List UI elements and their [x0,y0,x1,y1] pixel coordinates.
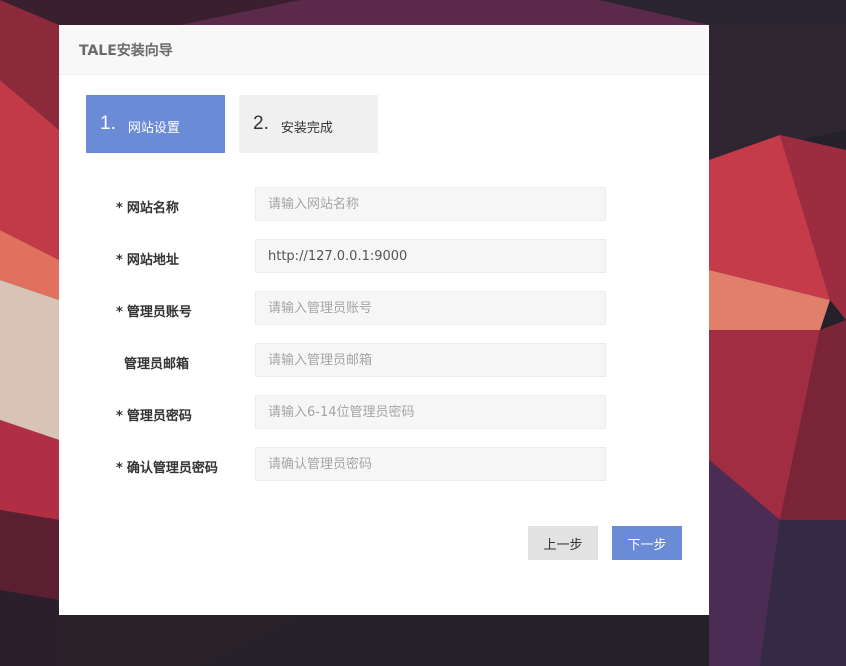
admin-email-input[interactable] [255,343,606,377]
wizard-actions: 上一步 下一步 [528,526,682,560]
install-wizard-panel: TALE安装向导 1. 网站设置 2. 安装完成 *网站名称 *网站地址 *管理… [59,25,709,615]
label-text: 管理员邮箱 [124,357,190,372]
required-mark: * [116,201,123,216]
required-mark: * [116,409,123,424]
admin-user-input[interactable] [255,291,606,325]
required-mark: * [116,305,123,320]
admin-password-label: * 管理员密码 [116,405,192,424]
previous-step-button[interactable]: 上一步 [528,526,598,560]
site-url-input[interactable] [255,239,606,273]
wizard-title: TALE安装向导 [79,42,173,59]
label-text: 确认管理员密码 [126,461,218,476]
step-label: 安装完成 [280,120,333,136]
form-row-admin-user: * 管理员账号 [59,291,709,343]
step-number: 2. [253,113,269,134]
form-row-confirm-password: * 确认管理员密码 [59,447,709,499]
next-step-button[interactable]: 下一步 [612,526,682,560]
step-number: 1. [100,113,116,134]
step-label: 网站设置 [127,120,180,136]
step-indicator: 1. 网站设置 2. 安装完成 [86,95,378,153]
label-text: 网站名称 [126,201,179,216]
form-row-site-url: * 网站地址 [59,239,709,291]
confirm-password-input[interactable] [255,447,606,481]
label-text: 管理员账号 [126,305,192,320]
required-mark: * [116,253,123,268]
panel-header: TALE安装向导 [59,25,709,75]
site-name-label: * 网站名称 [116,197,179,216]
label-text: 网站地址 [126,253,179,268]
settings-form: *网站名称 *网站地址 *管理员账号 管理员邮箱 *管理员密码 *确认管理员密码 [59,187,709,499]
form-row-admin-password: * 管理员密码 [59,395,709,447]
form-row-admin-email: 管理员邮箱 [59,343,709,395]
confirm-password-label: * 确认管理员密码 [116,457,218,476]
required-mark: * [116,461,123,476]
step-site-settings[interactable]: 1. 网站设置 [86,95,225,153]
label-text: 管理员密码 [126,409,192,424]
admin-user-label: * 管理员账号 [116,301,192,320]
form-row-site-name: * 网站名称 [59,187,709,239]
site-url-label: * 网站地址 [116,249,179,268]
admin-email-label: 管理员邮箱 [124,353,189,372]
step-install-complete[interactable]: 2. 安装完成 [239,95,378,153]
admin-password-input[interactable] [255,395,606,429]
site-name-input[interactable] [255,187,606,221]
